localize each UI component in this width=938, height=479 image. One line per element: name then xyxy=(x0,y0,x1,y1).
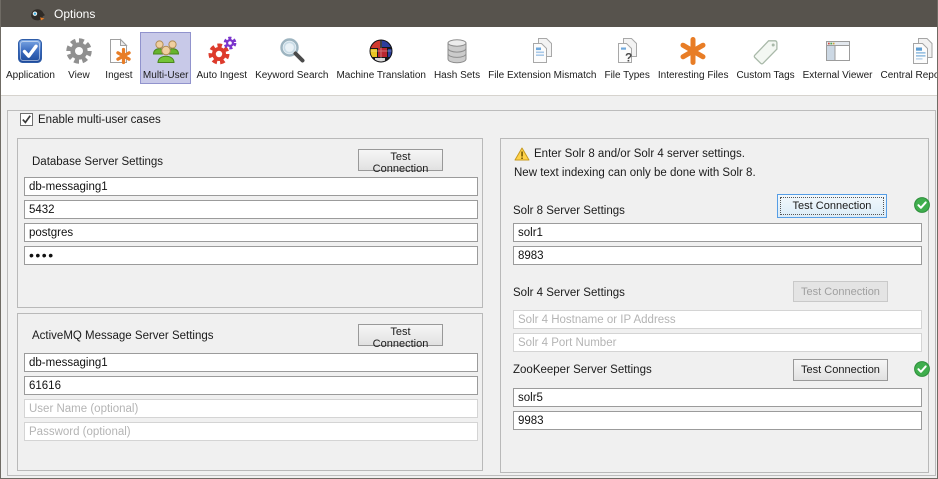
zookeeper-test-connection-button[interactable]: Test Connection xyxy=(793,359,888,381)
toolbar-item-label: View xyxy=(68,70,90,81)
zookeeper-host-input[interactable] xyxy=(513,388,922,407)
database-settings-title: Database Server Settings xyxy=(32,156,163,168)
view-icon xyxy=(63,35,95,67)
solr8-test-connection-button[interactable]: Test Connection xyxy=(777,194,887,218)
toolbar-item-label: Central Repository xyxy=(881,70,938,81)
options-window: Options Application View Ingest Mul xyxy=(0,0,938,479)
solr8-settings-title: Solr 8 Server Settings xyxy=(513,205,625,217)
interesting-files-icon xyxy=(677,35,709,67)
check-mark-icon xyxy=(21,114,32,125)
database-username-input[interactable] xyxy=(24,223,478,242)
solr8-port-input[interactable] xyxy=(513,246,922,265)
solr4-port-input[interactable] xyxy=(513,333,922,352)
zookeeper-settings-title: ZooKeeper Server Settings xyxy=(513,364,652,376)
toolbar-item-ingest[interactable]: Ingest xyxy=(100,32,138,84)
zookeeper-port-input[interactable] xyxy=(513,411,922,430)
toolbar-item-custom-tags[interactable]: Custom Tags xyxy=(733,32,797,84)
solr4-test-connection-button[interactable]: Test Connection xyxy=(793,281,888,302)
toolbar-item-label: Ingest xyxy=(105,70,132,81)
toolbar-item-file-types[interactable]: ? File Types xyxy=(601,32,652,84)
solr-warning-line1: Enter Solr 8 and/or Solr 4 server settin… xyxy=(534,148,745,160)
external-viewer-icon xyxy=(822,35,854,67)
toolbar-item-label: File Extension Mismatch xyxy=(488,70,596,81)
titlebar[interactable]: Options xyxy=(0,0,938,27)
application-icon xyxy=(14,35,46,67)
enable-multi-user-label: Enable multi-user cases xyxy=(38,114,161,126)
central-repository-icon xyxy=(906,35,938,67)
toolbar-item-external-viewer[interactable]: External Viewer xyxy=(800,32,876,84)
ingest-icon xyxy=(103,35,135,67)
solr4-host-input[interactable] xyxy=(513,310,922,329)
keyword-search-icon xyxy=(276,35,308,67)
machine-translation-icon xyxy=(365,35,397,67)
enable-multi-user-row[interactable]: Enable multi-user cases xyxy=(20,113,161,126)
multi-user-icon xyxy=(150,35,182,67)
options-toolbar: Application View Ingest Multi-User Auto xyxy=(0,27,938,96)
enable-multi-user-checkbox[interactable] xyxy=(20,113,33,126)
toolbar-item-file-extension-mismatch[interactable]: File Extension Mismatch xyxy=(485,32,599,84)
database-test-connection-button[interactable]: Test Connection xyxy=(358,149,443,171)
toolbar-item-label: External Viewer xyxy=(803,70,873,81)
toolbar-item-label: Hash Sets xyxy=(434,70,480,81)
auto-ingest-icon xyxy=(206,35,238,67)
activemq-test-connection-button[interactable]: Test Connection xyxy=(358,324,443,346)
toolbar-item-keyword-search[interactable]: Keyword Search xyxy=(252,32,331,84)
activemq-username-input[interactable] xyxy=(24,399,478,418)
file-extension-mismatch-icon xyxy=(526,35,558,67)
toolbar-item-label: Interesting Files xyxy=(658,70,729,81)
file-types-icon: ? xyxy=(611,35,643,67)
database-port-input[interactable] xyxy=(24,200,478,219)
toolbar-item-label: Machine Translation xyxy=(336,70,426,81)
svg-text:?: ? xyxy=(625,51,632,65)
toolbar-item-label: Keyword Search xyxy=(255,70,328,81)
toolbar-item-multi-user[interactable]: Multi-User xyxy=(140,32,192,84)
hash-sets-icon xyxy=(441,35,473,67)
toolbar-item-label: Auto Ingest xyxy=(196,70,247,81)
toolbar-item-label: Custom Tags xyxy=(736,70,794,81)
activemq-password-input[interactable] xyxy=(24,422,478,441)
toolbar-item-label: Multi-User xyxy=(143,70,189,81)
activemq-host-input[interactable] xyxy=(24,353,478,372)
activemq-settings-title: ActiveMQ Message Server Settings xyxy=(32,330,214,342)
toolbar-item-interesting-files[interactable]: Interesting Files xyxy=(655,32,732,84)
zookeeper-connection-ok-icon xyxy=(914,361,930,382)
toolbar-item-auto-ingest[interactable]: Auto Ingest xyxy=(193,32,250,84)
toolbar-item-hash-sets[interactable]: Hash Sets xyxy=(431,32,483,84)
activemq-port-input[interactable] xyxy=(24,376,478,395)
database-password-input[interactable] xyxy=(24,246,478,265)
toolbar-item-application[interactable]: Application xyxy=(3,32,58,84)
toolbar-item-central-repository[interactable]: Central Repository xyxy=(878,32,938,84)
warning-icon xyxy=(514,147,530,166)
solr8-connection-ok-icon xyxy=(914,197,930,218)
window-title: Options xyxy=(54,7,95,21)
custom-tags-icon xyxy=(750,35,782,67)
toolbar-item-machine-translation[interactable]: Machine Translation xyxy=(333,32,429,84)
solr8-host-input[interactable] xyxy=(513,223,922,242)
solr-warning-line2: New text indexing can only be done with … xyxy=(514,167,756,179)
toolbar-item-view[interactable]: View xyxy=(60,32,98,84)
solr4-settings-title: Solr 4 Server Settings xyxy=(513,287,625,299)
database-host-input[interactable] xyxy=(24,177,478,196)
toolbar-item-label: File Types xyxy=(604,70,649,81)
app-logo-icon xyxy=(29,5,46,22)
toolbar-item-label: Application xyxy=(6,70,55,81)
